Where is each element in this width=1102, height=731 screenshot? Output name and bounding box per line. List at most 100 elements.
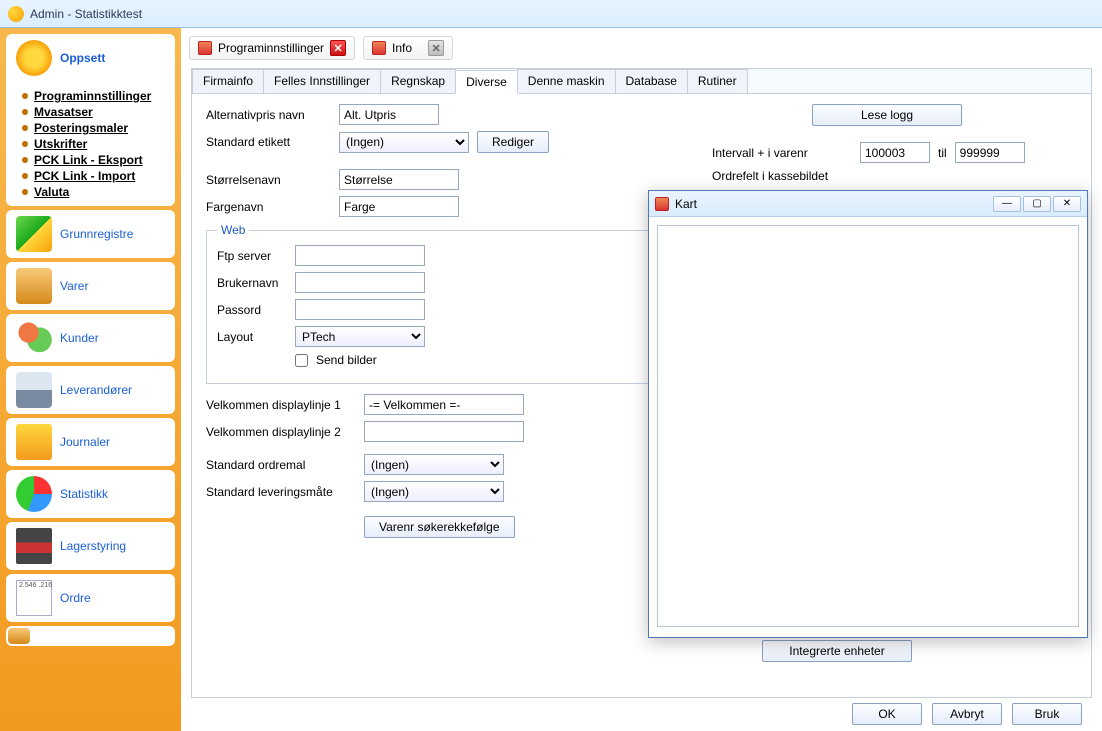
label-brukernavn: Brukernavn [217,276,287,290]
send-bilder-label: Send bilder [316,353,377,367]
altprisnavn-input[interactable] [339,104,439,125]
sheet-icon [16,580,52,616]
bullet-icon [22,93,28,99]
velkommen1-input[interactable] [364,394,524,415]
tab-regnskap[interactable]: Regnskap [380,69,456,93]
sidebar-label-varer: Varer [60,279,88,293]
truck-icon [16,372,52,408]
titlebar: Admin - Statistikktest [0,0,1102,28]
close-icon[interactable]: ✕ [330,40,346,56]
doc-tab-info[interactable]: Info ✕ [363,36,453,60]
label-layout: Layout [217,330,287,344]
avbryt-button[interactable]: Avbryt [932,703,1002,725]
dialog-buttons: OK Avbryt Bruk [852,703,1082,725]
stdordremal-select[interactable]: (Ingen) [364,454,504,475]
kart-titlebar[interactable]: Kart — ▢ ✕ [649,191,1087,217]
lese-logg-button[interactable]: Lese logg [812,104,962,126]
kart-title: Kart [675,197,993,211]
blocks-icon [16,216,52,252]
form-icon [655,197,669,211]
box-icon [8,628,30,644]
label-ordrefelt: Ordrefelt i kassebildet [712,169,852,183]
bullet-icon [22,173,28,179]
sidebar-label-oppsett[interactable]: Oppsett [60,51,105,65]
forklift-icon [16,528,52,564]
tab-diverse[interactable]: Diverse [455,70,518,94]
velkommen2-input[interactable] [364,421,524,442]
label-stdordremal: Standard ordremal [206,458,356,472]
intervall-to-input[interactable] [955,142,1025,163]
send-bilder-checkbox[interactable] [295,354,308,367]
stdlev-select[interactable]: (Ingen) [364,481,504,502]
rediger-button[interactable]: Rediger [477,131,549,153]
sidebar-card-varer[interactable]: Varer [6,262,175,310]
fargenavn-input[interactable] [339,196,459,217]
app-title: Admin - Statistikktest [30,7,142,21]
tab-denne-maskin[interactable]: Denne maskin [517,69,616,93]
form-icon [198,41,212,55]
close-button[interactable]: ✕ [1053,196,1081,212]
layout-select[interactable]: PTech [295,326,425,347]
web-legend: Web [217,223,249,237]
kart-canvas[interactable] [657,225,1079,627]
doc-tab-programinnstillinger[interactable]: Programinnstillinger ✕ [189,36,355,60]
label-altprisnavn: Alternativpris navn [206,108,331,122]
box-icon [16,268,52,304]
label-intervall: Intervall + i varenr [712,146,852,160]
sidebar-card-journaler[interactable]: Journaler [6,418,175,466]
passord-input[interactable] [295,299,425,320]
pie-icon [16,476,52,512]
tab-database[interactable]: Database [615,69,688,93]
stdetikett-select[interactable]: (Ingen) [339,132,469,153]
tab-firmainfo[interactable]: Firmainfo [192,69,264,93]
sidebar-card-extra[interactable] [6,626,175,646]
sidebar-card-grunnregistre[interactable]: Grunnregistre [6,210,175,258]
label-til: til [938,146,947,160]
label-stdlev: Standard leveringsmåte [206,485,356,499]
label-velkommen2: Velkommen displaylinje 2 [206,425,356,439]
label-storrelsenavn: Størrelsenavn [206,173,331,187]
integrerte-button[interactable]: Integrerte enheter [762,640,912,662]
maximize-button[interactable]: ▢ [1023,196,1051,212]
sidebar-label-leverandorer: Leverandører [60,383,132,397]
sidebar-item-valuta[interactable]: Valuta [16,184,167,200]
sidebar-card-oppsett: Oppsett Programinnstillinger Mvasatser P… [6,34,175,206]
close-icon[interactable]: ✕ [428,40,444,56]
label-ftp: Ftp server [217,249,287,263]
sidebar-card-ordre[interactable]: Ordre [6,574,175,622]
sidebar-card-lagerstyring[interactable]: Lagerstyring [6,522,175,570]
doc-tab-label: Info [392,41,412,55]
label-velkommen1: Velkommen displaylinje 1 [206,398,356,412]
kart-window: Kart — ▢ ✕ [648,190,1088,638]
tab-rutiner[interactable]: Rutiner [687,69,748,93]
minimize-button[interactable]: — [993,196,1021,212]
ok-button[interactable]: OK [852,703,922,725]
storrelsenavn-input[interactable] [339,169,459,190]
sidebar-item-mvasatser[interactable]: Mvasatser [16,104,167,120]
label-fargenavn: Fargenavn [206,200,331,214]
sidebar-item-pck-eksport[interactable]: PCK Link - Eksport [16,152,167,168]
sidebar-card-leverandorer[interactable]: Leverandører [6,366,175,414]
label-stdetikett: Standard etikett [206,135,331,149]
form-icon [372,41,386,55]
document-tabs: Programinnstillinger ✕ Info ✕ [181,28,1102,60]
gear-icon [16,40,52,76]
sidebar-card-statistikk[interactable]: Statistikk [6,470,175,518]
tab-felles[interactable]: Felles Innstillinger [263,69,381,93]
intervall-from-input[interactable] [860,142,930,163]
sidebar-label-lagerstyring: Lagerstyring [60,539,126,553]
bullet-icon [22,125,28,131]
sidebar-item-programinnstillinger[interactable]: Programinnstillinger [16,88,167,104]
sidebar-item-posteringsmaler[interactable]: Posteringsmaler [16,120,167,136]
label-passord: Passord [217,303,287,317]
sidebar-item-pck-import[interactable]: PCK Link - Import [16,168,167,184]
sidebar-card-kunder[interactable]: Kunder [6,314,175,362]
sidebar-item-utskrifter[interactable]: Utskrifter [16,136,167,152]
ftp-input[interactable] [295,245,425,266]
brukernavn-input[interactable] [295,272,425,293]
bullet-icon [22,141,28,147]
bruk-button[interactable]: Bruk [1012,703,1082,725]
sidebar-label-grunnregistre: Grunnregistre [60,227,133,241]
sidebar-label-journaler: Journaler [60,435,110,449]
varenr-sok-button[interactable]: Varenr søkerekkefølge [364,516,515,538]
